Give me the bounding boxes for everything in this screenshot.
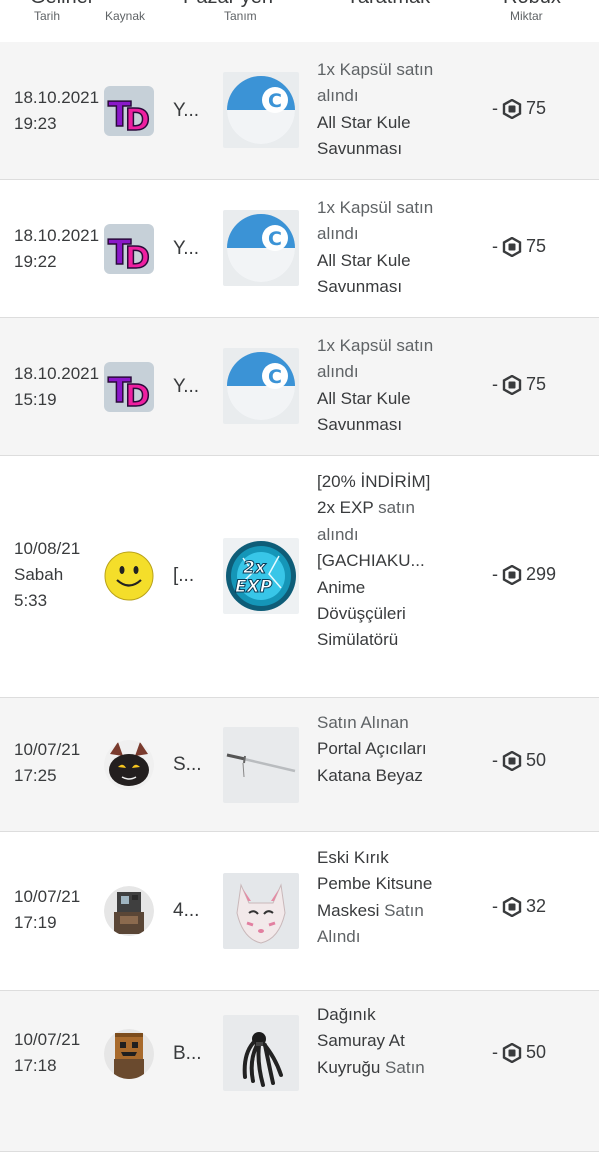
- game-link[interactable]: All Star Kule Savunması: [317, 110, 447, 163]
- description-cell: 1x Kapsül satın alındı All Star Kule Sav…: [317, 57, 447, 163]
- blocky-avatar-icon[interactable]: [104, 886, 154, 936]
- table-header: Gelirlei Tarih Kaynak Pazar yeri Tanım Y…: [0, 0, 599, 43]
- table-row: 18.10.2021 19:23 TD Y... C 1x Kapsül sat…: [0, 42, 599, 180]
- date-cell: 10/08/21 Sabah 5:33: [14, 539, 81, 610]
- date-cell: 10/07/21 17:18: [14, 1030, 81, 1075]
- game-link[interactable]: All Star Kule Savunması: [317, 248, 447, 301]
- table-row: 18.10.2021 19:22 TD Y... C 1x Kapsül sat…: [0, 180, 599, 318]
- header-sub-amount: Miktar: [510, 9, 543, 23]
- robux-icon: [502, 98, 522, 119]
- robux-icon: [502, 896, 522, 917]
- table-row: 10/08/21 Sabah 5:33 [... 2x EXP [20% İNDİ…: [0, 456, 599, 698]
- description-cell: Dağınık Samuray At Kuyruğu Satın: [317, 1005, 425, 1077]
- source-cell[interactable]: [...: [104, 551, 194, 601]
- game-link[interactable]: All Star Kule Savunması: [317, 386, 447, 439]
- source-name[interactable]: Y...: [173, 376, 199, 398]
- item-link[interactable]: Portal Açıcıları Katana Beyaz: [317, 736, 447, 789]
- description-cell: [20% İNDİRİM] 2x EXP satın alındı [GACHI…: [317, 469, 447, 654]
- robux-icon: [502, 374, 522, 395]
- td-logo-icon[interactable]: TD: [104, 362, 154, 412]
- date-cell: 18.10.2021 19:22: [14, 226, 100, 271]
- table-row: 18.10.2021 15:19 TD Y... C 1x Kapsül sat…: [0, 318, 599, 456]
- table-row: 10/07/21 17:18 B... Dağınık Samuray At K…: [0, 991, 599, 1152]
- source-name[interactable]: [...: [173, 565, 194, 587]
- source-name[interactable]: Y...: [173, 238, 199, 260]
- source-cell[interactable]: TD Y...: [104, 86, 199, 136]
- source-cell[interactable]: B...: [104, 1029, 202, 1079]
- header-col-market: Pazar yeri: [183, 0, 273, 9]
- header-col-create: Yaratmak: [346, 0, 430, 9]
- source-cell[interactable]: TD Y...: [104, 224, 199, 274]
- date-cell: 10/07/21 17:25: [14, 740, 81, 785]
- game-link[interactable]: [GACHIAKU... Anime Dövüşçüleri Simülatör…: [317, 548, 447, 654]
- amount-value: 299: [526, 564, 557, 584]
- source-name[interactable]: B...: [173, 1043, 202, 1065]
- svg-text:C: C: [268, 228, 282, 250]
- amount-cell: - 75: [492, 236, 547, 257]
- svg-text:2x: 2x: [243, 558, 267, 578]
- td-logo-icon[interactable]: TD: [104, 224, 154, 274]
- header-sub-date: Tarih: [34, 9, 61, 23]
- description-cell: Eski Kırık Pembe Kitsune Maskesi Satın A…: [317, 848, 433, 947]
- header-sub-desc: Tanım: [224, 9, 257, 23]
- amount-cell: - 50: [492, 1042, 547, 1063]
- transactions-list: 18.10.2021 19:23 TD Y... C 1x Kapsül sat…: [0, 42, 599, 1152]
- header-col-date: Gelirlei: [30, 0, 92, 9]
- source-cell[interactable]: 4...: [104, 886, 199, 936]
- svg-text:EXP: EXP: [235, 577, 273, 597]
- svg-text:C: C: [268, 366, 282, 388]
- date-cell: 10/07/21 17:19: [14, 887, 81, 932]
- capsule-icon[interactable]: C: [223, 72, 299, 148]
- amount-cell: - 75: [492, 374, 547, 395]
- amount-cell: - 50: [492, 750, 547, 771]
- smiley-icon[interactable]: [104, 551, 154, 601]
- date-cell: 18.10.2021 15:19: [14, 364, 100, 409]
- svg-text:D: D: [125, 241, 150, 274]
- amount-value: 75: [526, 374, 547, 394]
- katana-icon[interactable]: [223, 727, 299, 803]
- capsule-icon[interactable]: C: [223, 210, 299, 286]
- header-sub-source: Kaynak: [105, 9, 146, 23]
- header-col-robux: Robux: [503, 0, 561, 9]
- svg-text:C: C: [268, 90, 282, 112]
- amount-value: 75: [526, 236, 547, 256]
- amount-value: 50: [526, 1042, 547, 1062]
- exp-badge-icon[interactable]: 2x EXP: [223, 538, 299, 614]
- amount-value: 32: [526, 896, 547, 916]
- source-cell[interactable]: TD Y...: [104, 362, 199, 412]
- robux-icon: [502, 236, 522, 257]
- amount-cell: - 32: [492, 896, 547, 917]
- date-cell: 18.10.2021 19:23: [14, 88, 100, 133]
- source-name[interactable]: Y...: [173, 100, 199, 122]
- amount-value: 75: [526, 98, 547, 118]
- amount-value: 50: [526, 750, 547, 770]
- amount-cell: - 299: [492, 564, 557, 585]
- svg-text:D: D: [125, 379, 150, 412]
- robux-icon: [502, 1042, 522, 1063]
- robux-icon: [502, 750, 522, 771]
- table-row: 10/07/21 17:19 4... Eski Kırık Pembe Kit…: [0, 832, 599, 991]
- source-name[interactable]: S...: [173, 754, 202, 776]
- robux-icon: [502, 564, 522, 585]
- amount-cell: - 75: [492, 98, 547, 119]
- box-head-avatar-icon[interactable]: [104, 1029, 154, 1079]
- description-cell: Satın Alınan Portal Açıcıları Katana Bey…: [317, 710, 447, 789]
- source-name[interactable]: 4...: [173, 900, 199, 922]
- capsule-icon[interactable]: C: [223, 348, 299, 424]
- source-cell[interactable]: S...: [104, 740, 202, 790]
- kitsune-mask-icon[interactable]: [223, 873, 299, 949]
- td-logo-icon[interactable]: TD: [104, 86, 154, 136]
- cat-avatar-icon[interactable]: [104, 740, 154, 790]
- table-row: 10/07/21 17:25 S... Satın Alınan Portal …: [0, 698, 599, 832]
- description-cell: 1x Kapsül satın alındı All Star Kule Sav…: [317, 195, 447, 301]
- description-cell: 1x Kapsül satın alındı All Star Kule Sav…: [317, 333, 447, 439]
- svg-text:D: D: [125, 103, 150, 136]
